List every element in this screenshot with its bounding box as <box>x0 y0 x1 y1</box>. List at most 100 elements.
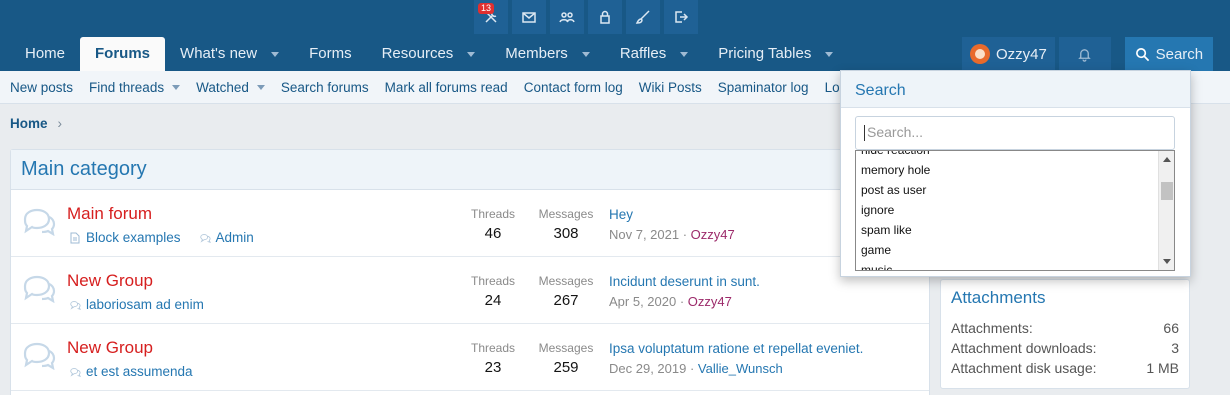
search-placeholder: Search... <box>867 124 924 140</box>
subnav-new-posts[interactable]: New posts <box>10 80 73 95</box>
account-button[interactable]: Ozzy47 <box>962 37 1055 71</box>
search-button[interactable]: Search <box>1124 37 1213 71</box>
tab-label: What's new <box>180 45 258 62</box>
subnav-label: Contact form log <box>523 79 623 95</box>
category-block: Main category Main forum Block examples Ad… <box>10 149 930 395</box>
autocomplete-dropdown[interactable]: hide reaction memory hole post as user igno… <box>855 150 1175 271</box>
subforum-link[interactable]: Block examples <box>69 230 181 245</box>
threads-stat: Threads 24 <box>463 274 523 309</box>
subnav-search-forums[interactable]: Search forums <box>281 80 369 95</box>
tab-pricing-tables[interactable]: Pricing Tables <box>703 37 848 71</box>
chevron-down-icon[interactable] <box>467 51 476 57</box>
threads-count: 24 <box>484 292 502 309</box>
forum-bubble-icon <box>21 273 57 304</box>
scroll-down-icon[interactable] <box>1163 259 1171 264</box>
chevron-down-icon[interactable] <box>172 84 181 90</box>
subforum-link[interactable]: Admin <box>199 230 254 245</box>
tab-forms[interactable]: Forms <box>294 37 367 71</box>
tab-label: Raffles <box>619 45 667 62</box>
logout-icon[interactable] <box>664 0 698 34</box>
subforum-label: laboriosam ad enim <box>86 297 204 312</box>
stat-label: Attachment downloads: <box>951 340 1097 356</box>
tab-members[interactable]: Members <box>490 37 605 71</box>
messages-stat: Messages 267 <box>536 274 596 309</box>
suggestion-item[interactable]: game <box>856 240 1156 260</box>
tab-resources[interactable]: Resources <box>367 37 491 71</box>
stat-line: Attachment disk usage: 1 MB <box>951 360 1179 376</box>
latest-user-link[interactable]: Vallie_Wunsch <box>698 361 783 376</box>
search-input[interactable]: Search... <box>855 116 1175 150</box>
breadcrumb-home[interactable]: Home <box>10 116 48 131</box>
latest-date[interactable]: Nov 7, 2021 <box>609 227 679 242</box>
chevron-down-icon[interactable] <box>825 51 834 57</box>
lock-icon[interactable] <box>588 0 622 34</box>
subnav-mark-all-forums-read[interactable]: Mark all forums read <box>385 80 508 95</box>
latest-post: Incidunt deserunt in sunt. Apr 5, 2020 · … <box>609 274 929 309</box>
subnav-label: Search forums <box>280 79 369 95</box>
subnav-find-threads[interactable]: Find threads <box>89 79 181 95</box>
search-popup-title: Search <box>841 71 1190 108</box>
notification-badge: 13 <box>478 3 495 14</box>
scroll-up-icon[interactable] <box>1163 157 1171 162</box>
tab-home[interactable]: Home <box>10 37 80 71</box>
latest-date[interactable]: Dec 29, 2019 <box>609 361 686 376</box>
envelope-icon[interactable] <box>512 0 546 34</box>
subforum-link[interactable]: laboriosam ad enim <box>69 297 204 312</box>
avatar <box>970 44 990 64</box>
forum-title-link[interactable]: New Group <box>67 338 153 358</box>
search-icon <box>1135 47 1149 61</box>
subforum-list: Block examples Admin <box>69 230 254 245</box>
suggestion-item[interactable]: ignore <box>856 200 1156 220</box>
tab-label: Pricing Tables <box>718 45 812 62</box>
latest-user-link[interactable]: Ozzy47 <box>691 227 735 242</box>
breadcrumb: Home › <box>10 116 62 131</box>
tab-label: Forms <box>309 45 352 62</box>
suggestion-item[interactable]: spam like <box>856 220 1156 240</box>
messages-stat: Messages 259 <box>536 341 596 376</box>
chevron-down-icon[interactable] <box>680 51 689 57</box>
subforum-link[interactable]: et est assumenda <box>69 364 193 379</box>
suggestion-item[interactable]: post as user <box>856 180 1156 200</box>
subforum-list: et est assumenda <box>69 364 193 379</box>
latest-user-link[interactable]: Ozzy47 <box>688 294 732 309</box>
tab-raffles[interactable]: Raffles <box>605 37 703 71</box>
subnav-wiki-posts[interactable]: Wiki Posts <box>639 80 702 95</box>
suggestion-item[interactable]: memory hole <box>856 160 1156 180</box>
username: Ozzy47 <box>996 45 1047 63</box>
attachments-title: Attachments <box>951 288 1046 307</box>
subnav-label: Find threads <box>89 79 165 95</box>
latest-date[interactable]: Apr 5, 2020 <box>609 294 676 309</box>
chevron-down-icon[interactable] <box>271 51 280 57</box>
latest-thread-link[interactable]: Ipsa voluptatum ratione et repellat even… <box>609 341 929 356</box>
stat-label: Attachment disk usage: <box>951 360 1097 376</box>
subforum-label: Block examples <box>86 230 181 245</box>
scroll-thumb[interactable] <box>1161 182 1173 200</box>
search-popup: Search Search... hide reaction memory hol… <box>840 70 1191 277</box>
category-title[interactable]: Main category <box>21 158 147 181</box>
subnav-label: Wiki Posts <box>638 79 702 95</box>
chevron-down-icon[interactable] <box>256 84 265 90</box>
alerts-button[interactable] <box>1058 37 1111 71</box>
users-cog-icon[interactable] <box>550 0 584 34</box>
forum-title-link[interactable]: Main forum <box>67 204 152 224</box>
stat-value: 66 <box>1163 320 1179 336</box>
stat-label: Attachments: <box>951 320 1033 336</box>
subnav-spaminator-log[interactable]: Spaminator log <box>718 80 809 95</box>
tab-forums[interactable]: Forums <box>80 37 166 71</box>
suggestion-item[interactable]: music <box>856 260 1156 270</box>
threads-stat: Threads 46 <box>463 207 523 242</box>
stat-line: Attachments: 66 <box>951 320 1179 336</box>
tab-what-s-new[interactable]: What's new <box>165 37 294 71</box>
dropdown-scrollbar[interactable] <box>1158 151 1174 270</box>
messages-label: Messages <box>538 207 594 221</box>
subnav-contact-form-log[interactable]: Contact form log <box>524 80 623 95</box>
tools-icon[interactable]: 13 <box>474 0 508 34</box>
chevron-down-icon[interactable] <box>581 51 590 57</box>
bell-icon <box>1078 48 1092 62</box>
forum-bubble-icon <box>21 340 57 371</box>
forum-title-link[interactable]: New Group <box>67 271 153 291</box>
subforum-list: laboriosam ad enim <box>69 297 204 312</box>
suggestion-item[interactable]: hide reaction <box>856 151 1156 160</box>
subnav-watched[interactable]: Watched <box>196 80 265 95</box>
brush-icon[interactable] <box>626 0 660 34</box>
